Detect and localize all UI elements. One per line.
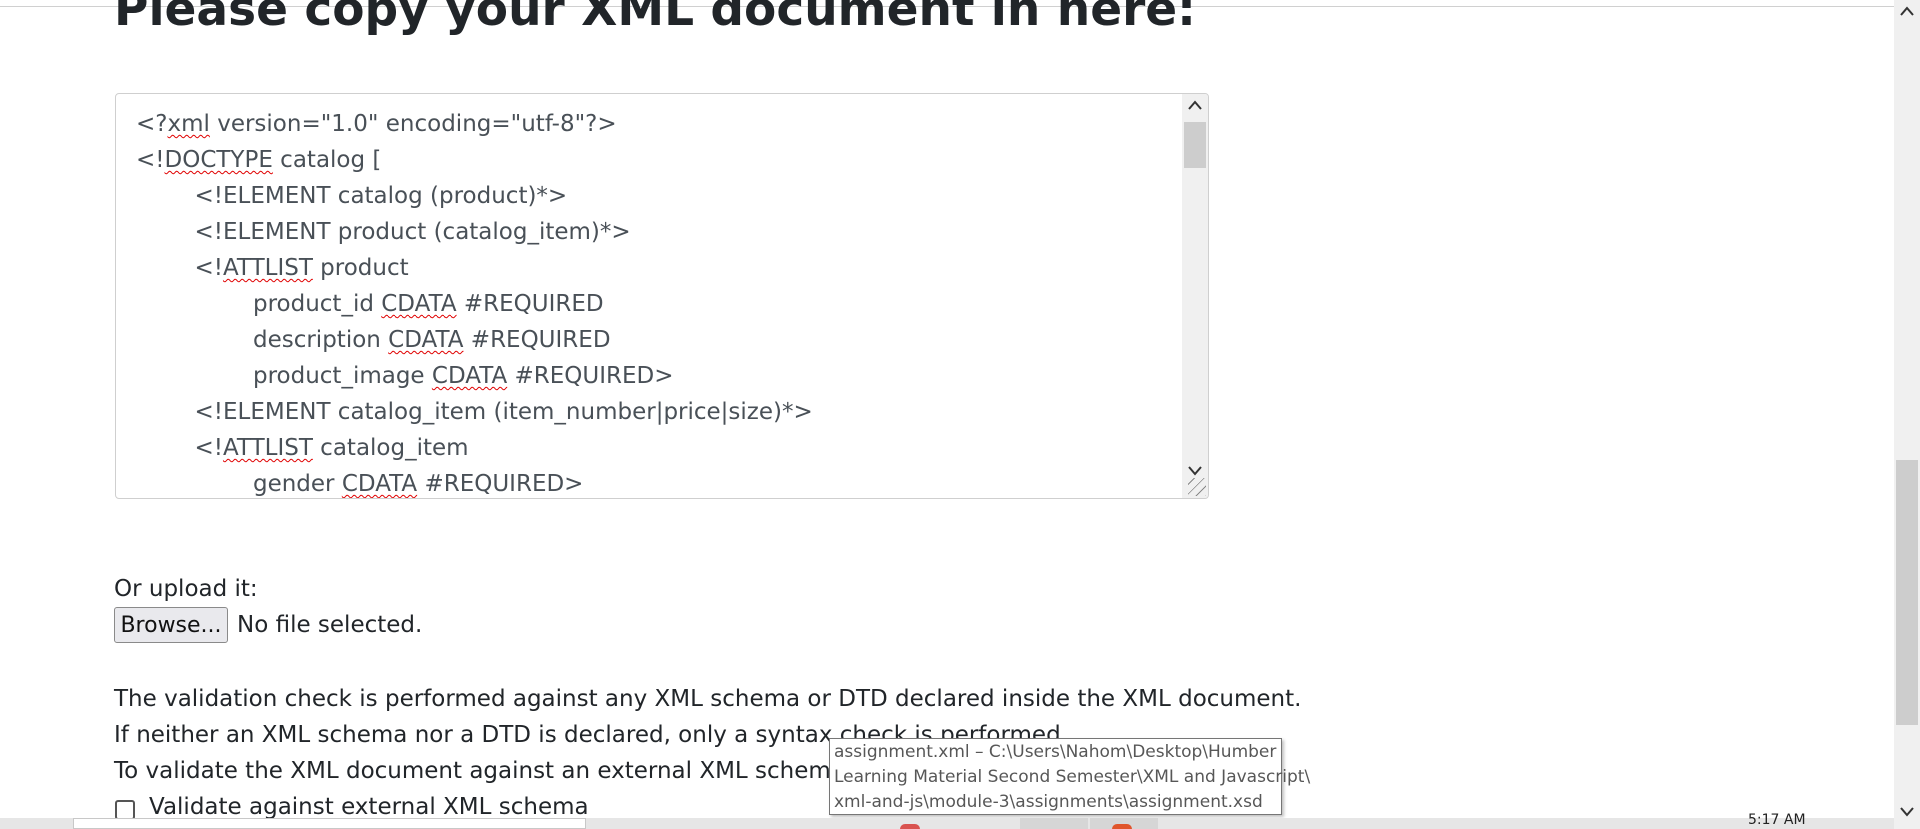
page-title: Please copy your XML document in here: [114,0,1196,37]
xml-code-line: <!ATTLIST product [136,250,1178,286]
code-text: product [312,255,409,281]
spellcheck-word: ATTLIST [222,435,313,461]
code-text: product_image [136,363,432,389]
taskbar-window-preview[interactable] [73,818,586,829]
code-text: <! [136,147,165,173]
xml-textarea[interactable]: <?xml version="1.0" encoding="utf-8"?> <!… [115,93,1209,499]
xml-code-line: product_image CDATA #REQUIRED> [136,358,1178,394]
app-icon[interactable] [1112,824,1132,829]
xml-code-line: description CDATA #REQUIRED [136,322,1178,358]
spellcheck-word: xml [167,111,210,137]
file-status: No file selected. [237,612,423,638]
code-text: <!ELEMENT catalog_item (item_number|pric… [136,399,813,425]
code-text: #REQUIRED [456,291,604,317]
spellcheck-word: CDATA [381,291,457,317]
xml-code-line: gender CDATA #REQUIRED> [136,466,1178,498]
external-schema-label[interactable]: Validate against external XML schema [149,794,589,820]
xml-textarea-content[interactable]: <?xml version="1.0" encoding="utf-8"?> <!… [136,106,1178,498]
browse-button[interactable]: Browse... [114,607,228,643]
xml-code-line: <!ELEMENT catalog_item (item_number|pric… [136,394,1178,430]
page-scroll-up-icon[interactable] [1894,0,1920,24]
scroll-up-arrow-icon[interactable] [1182,94,1208,118]
xml-code-line: product_id CDATA #REQUIRED [136,286,1178,322]
tooltip-line: assignment.xml – C:\Users\Nahom\Desktop\… [834,742,1277,762]
spellcheck-word: CDATA [431,363,508,389]
code-text: catalog [ [272,147,382,173]
spellcheck-word: DOCTYPE [164,147,273,173]
code-text: <! [136,435,223,461]
xml-code-line: <!ELEMENT catalog (product)*> [136,178,1178,214]
resize-grip-icon[interactable] [1188,478,1206,496]
code-text: description [136,327,389,353]
spellcheck-word: ATTLIST [222,255,313,281]
code-text: product_id [136,291,382,317]
code-text: version="1.0" encoding="utf-8"?> [209,111,617,137]
textarea-scrollbar[interactable] [1182,94,1208,498]
taskbar-app-item[interactable] [1020,818,1088,829]
external-schema-checkbox[interactable] [115,800,135,820]
textarea-scroll-thumb[interactable] [1184,122,1206,168]
page-scroll-thumb[interactable] [1896,460,1918,725]
page-scroll-down-icon[interactable] [1894,801,1920,825]
code-text: #REQUIRED> [507,363,674,389]
xml-code-line: <!ELEMENT product (catalog_item)*> [136,214,1178,250]
code-text: #REQUIRED [463,327,611,353]
xml-code-line: <!DOCTYPE catalog [ [136,142,1178,178]
code-text: gender [136,471,342,497]
spellcheck-word: CDATA [388,327,464,353]
code-text: <!ELEMENT product (catalog_item)*> [136,219,631,245]
tooltip-line: Learning Material Second Semester\XML an… [834,767,1311,787]
code-text: <! [136,255,223,281]
spellcheck-word: CDATA [341,471,418,497]
upload-label: Or upload it: [114,576,258,602]
code-text: #REQUIRED> [417,471,584,497]
tooltip-line: xml-and-js\module-3\assignments\assignme… [834,792,1263,812]
taskbar-clock: 5:17 AM [1748,812,1806,828]
xml-code-line: <!ATTLIST catalog_item [136,430,1178,466]
xml-code-line: <?xml version="1.0" encoding="utf-8"?> [136,106,1178,142]
code-text: <!ELEMENT catalog (product)*> [136,183,568,209]
file-path-tooltip: assignment.xml – C:\Users\Nahom\Desktop\… [829,738,1311,815]
code-text: <? [136,111,168,137]
code-text: catalog_item [312,435,469,461]
app-icon[interactable] [900,824,920,829]
page-scrollbar[interactable] [1894,0,1920,829]
info-line-1: The validation check is performed agains… [114,686,1302,712]
